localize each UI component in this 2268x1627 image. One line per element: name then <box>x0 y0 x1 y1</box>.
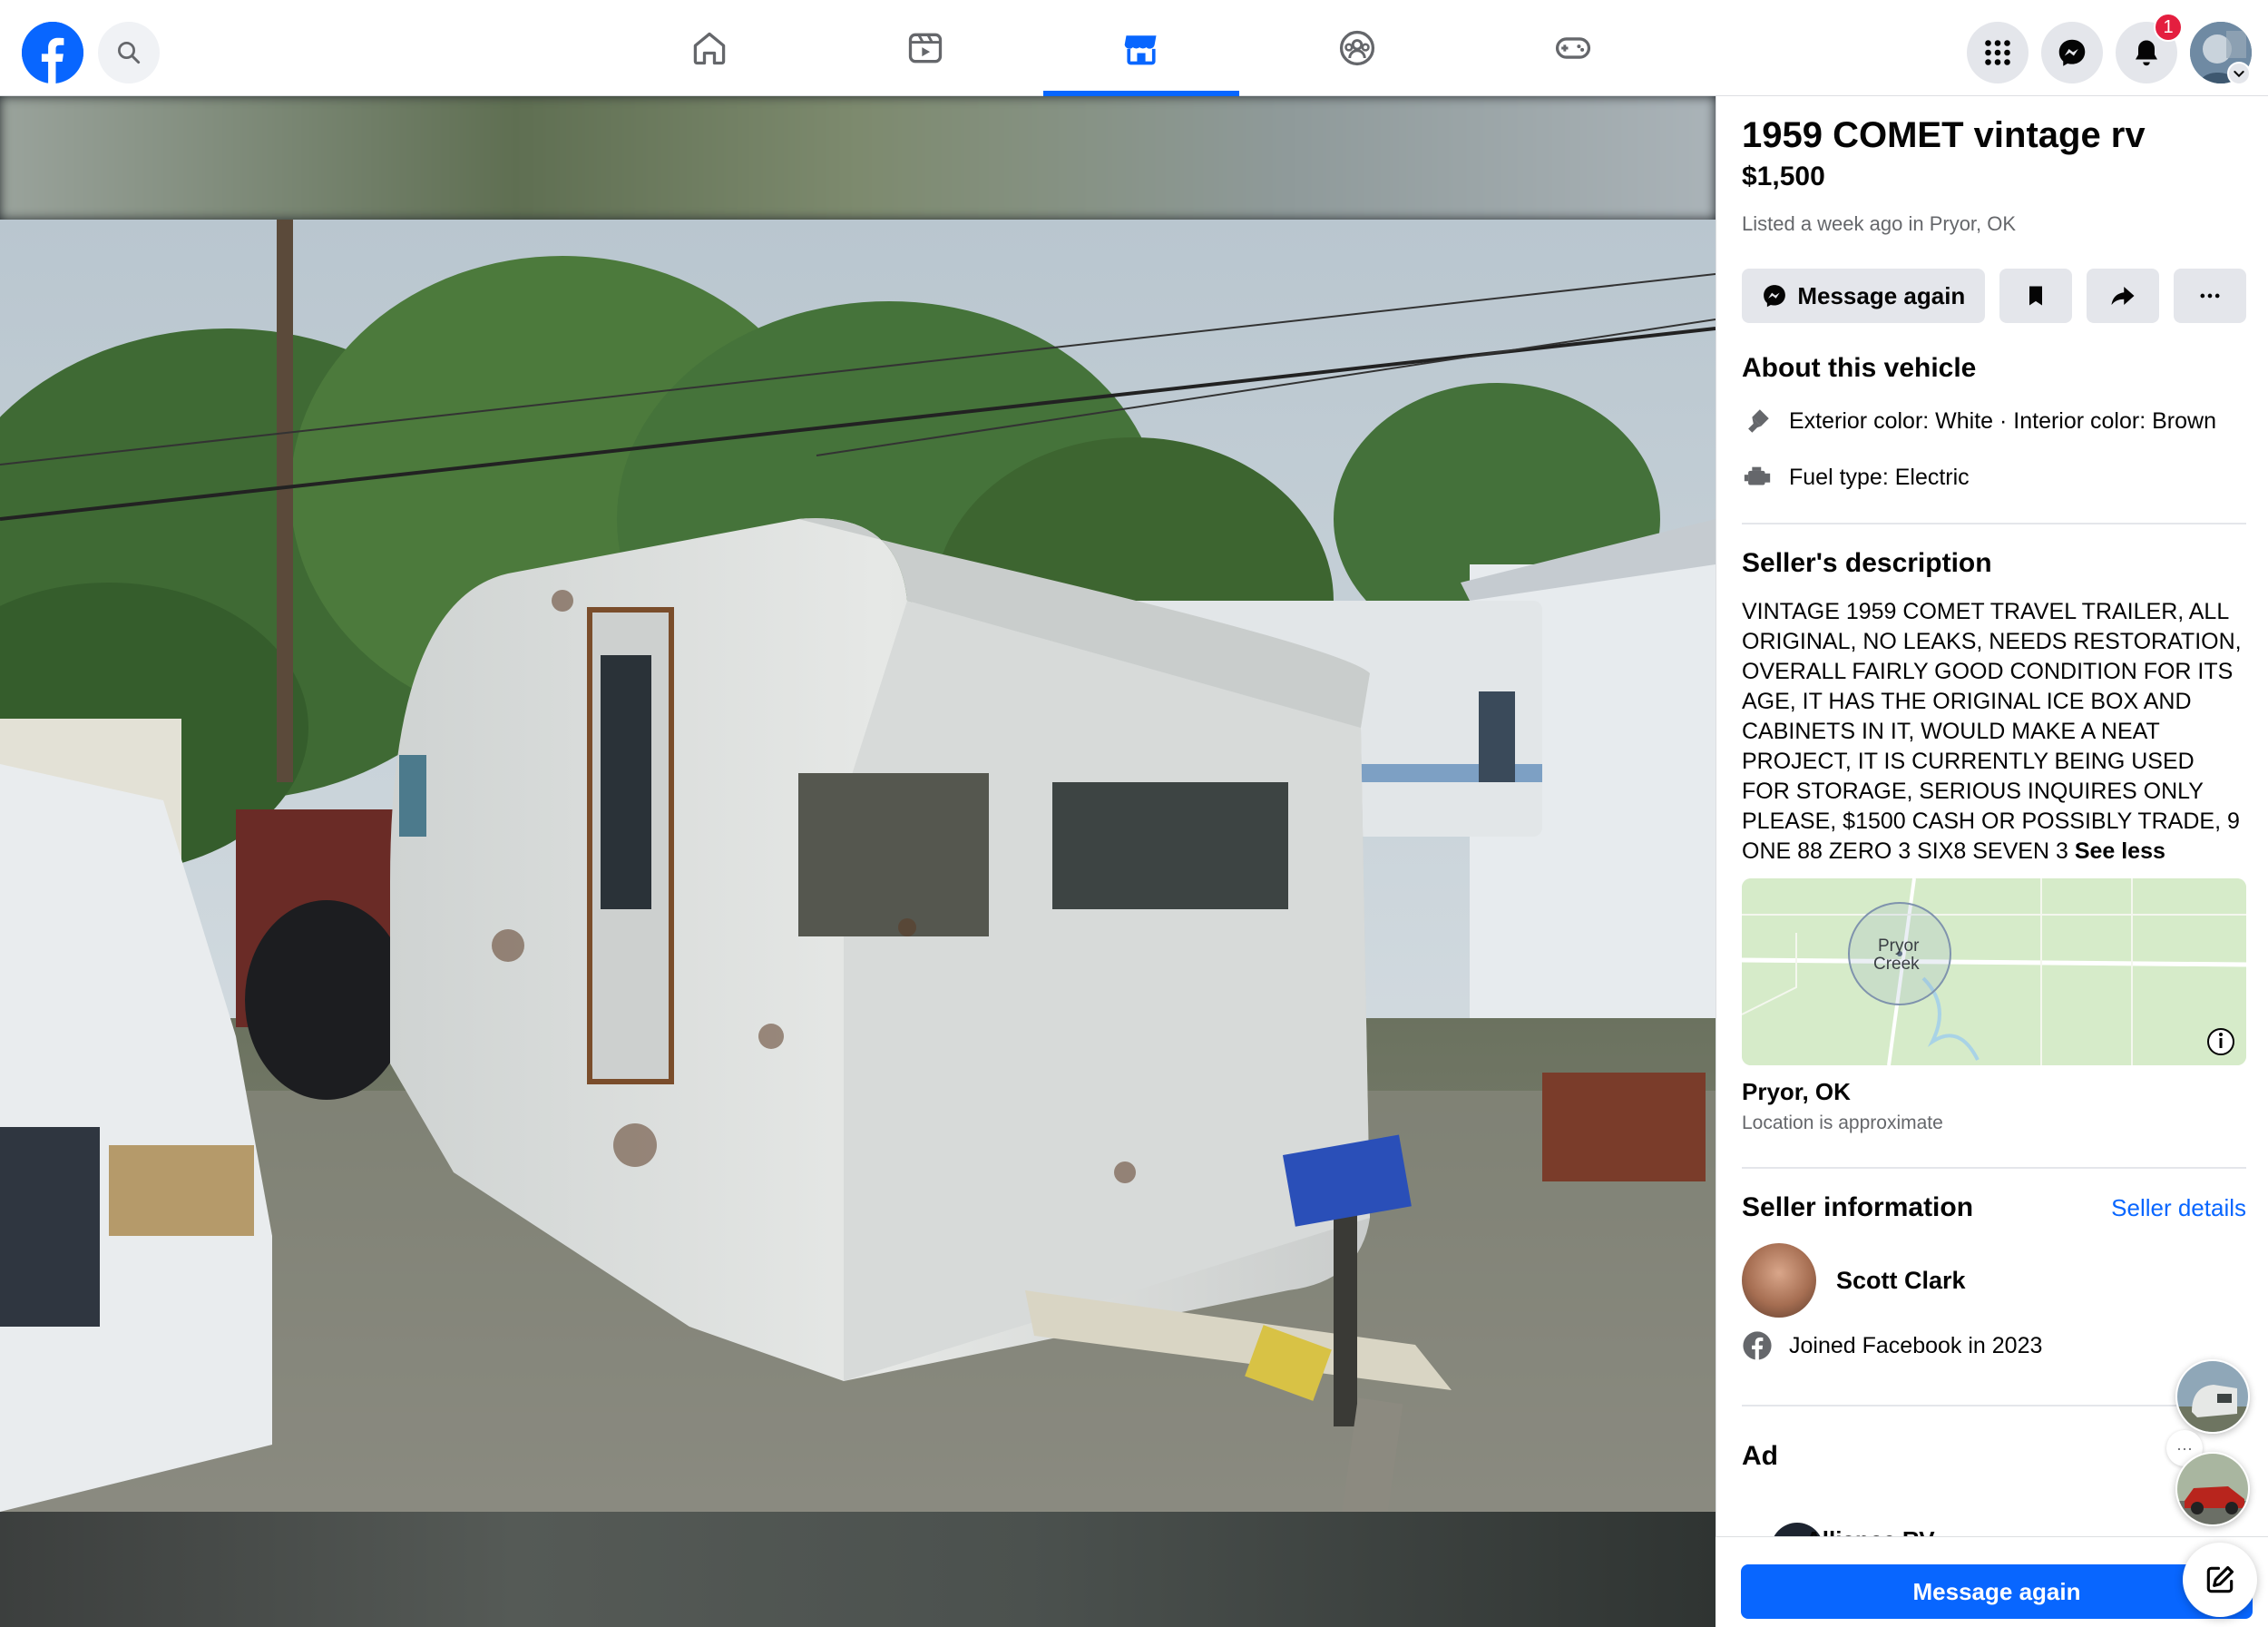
facebook-logo-icon <box>1743 1331 1772 1360</box>
seller-details-link[interactable]: Seller details <box>2111 1194 2246 1222</box>
listing-price: $1,500 <box>1742 162 1825 191</box>
messenger-icon <box>1764 285 1786 308</box>
chat-head-trailer[interactable] <box>2175 1359 2250 1434</box>
section-divider <box>1742 523 2246 524</box>
marketplace-icon <box>1124 35 1157 65</box>
info-icon[interactable] <box>2207 1028 2234 1055</box>
compose-icon <box>2206 1565 2234 1593</box>
messenger-icon <box>2058 39 2086 66</box>
seller-info-heading: Seller information <box>1742 1192 1974 1222</box>
video-icon <box>908 33 943 64</box>
seller-avatar[interactable] <box>1742 1243 1816 1318</box>
chat-head-car[interactable] <box>2175 1452 2250 1526</box>
location-map[interactable]: Pryor Creek <box>1742 878 2246 1065</box>
grid-menu-icon <box>1985 40 2010 65</box>
new-message-button[interactable] <box>2183 1543 2257 1617</box>
map-place-label: Pryor <box>1878 936 1920 956</box>
blurred-photo-background <box>0 96 1716 220</box>
joined-facebook-row: Joined Facebook in 2023 <box>1742 1330 2246 1361</box>
bell-icon <box>2136 40 2157 66</box>
tab-groups[interactable] <box>1259 0 1455 96</box>
engine-icon <box>1744 466 1771 485</box>
more-dots-icon <box>2200 293 2220 299</box>
vehicle-colors-row: Exterior color: White · Interior color: … <box>1742 406 2246 436</box>
location-note: Location is approximate <box>1742 1112 1943 1133</box>
map-place-label-2: Creek <box>1873 955 1920 974</box>
listing-actions: Message again <box>1742 269 2246 323</box>
tab-gaming[interactable] <box>1475 0 1671 96</box>
messenger-button[interactable] <box>2041 22 2103 83</box>
section-divider <box>1742 1167 2246 1169</box>
home-icon <box>693 32 726 65</box>
listing-photo-viewer[interactable] <box>0 96 1716 1627</box>
seller-description-heading: Seller's description <box>1742 548 1992 578</box>
section-divider <box>1742 1405 2246 1406</box>
vehicle-colors-text: Exterior color: White · Interior color: … <box>1789 407 2216 434</box>
seller-name[interactable]: Scott Clark <box>1836 1267 1966 1295</box>
tab-marketplace[interactable] <box>1043 0 1239 96</box>
listing-title: 1959 COMET vintage rv <box>1742 115 2146 155</box>
notifications-button[interactable]: 1 <box>2116 13 2183 83</box>
seller-info-header: Seller information Seller details <box>1742 1192 2246 1223</box>
gaming-icon <box>1555 37 1591 59</box>
location-name: Pryor, OK <box>1742 1078 1851 1105</box>
joined-facebook-text: Joined Facebook in 2023 <box>1789 1332 2043 1358</box>
menu-grid-button[interactable] <box>1967 22 2028 83</box>
notification-count-badge: 1 <box>2154 13 2183 42</box>
fuel-type-text: Fuel type: Electric <box>1789 464 1970 490</box>
save-button[interactable] <box>1999 269 2072 323</box>
tab-home[interactable] <box>611 0 807 96</box>
paintbrush-icon <box>1748 409 1769 433</box>
groups-icon <box>1339 30 1375 66</box>
search-icon[interactable] <box>98 22 160 83</box>
top-navigation-bar: 1 <box>0 0 2268 96</box>
about-vehicle-heading: About this vehicle <box>1742 353 1977 383</box>
message-again-label: Message again <box>1797 281 1966 309</box>
bookmark-icon <box>2028 286 2042 306</box>
share-icon <box>2111 287 2135 305</box>
message-again-button[interactable]: Message again <box>1742 269 1985 323</box>
blurred-photo-background <box>0 1512 1716 1627</box>
more-options-button[interactable] <box>2173 269 2246 323</box>
share-button[interactable] <box>2086 269 2159 323</box>
see-less-link[interactable]: See less <box>2075 838 2165 864</box>
facebook-logo-icon[interactable] <box>22 22 83 83</box>
listing-meta: Listed a week ago in Pryor, OK <box>1742 212 2017 235</box>
description-body: VINTAGE 1959 COMET TRAVEL TRAILER, ALL O… <box>1742 599 2242 864</box>
listing-photo <box>0 220 1716 1512</box>
message-again-primary-button[interactable]: Message again <box>1741 1564 2253 1619</box>
fuel-type-row: Fuel type: Electric <box>1742 462 2246 493</box>
seller-description-text: VINTAGE 1959 COMET TRAVEL TRAILER, ALL O… <box>1742 597 2246 867</box>
chevron-down-icon[interactable] <box>2227 62 2251 85</box>
seller-profile-row[interactable]: Scott Clark <box>1742 1243 2246 1318</box>
tab-video[interactable] <box>827 0 1023 96</box>
